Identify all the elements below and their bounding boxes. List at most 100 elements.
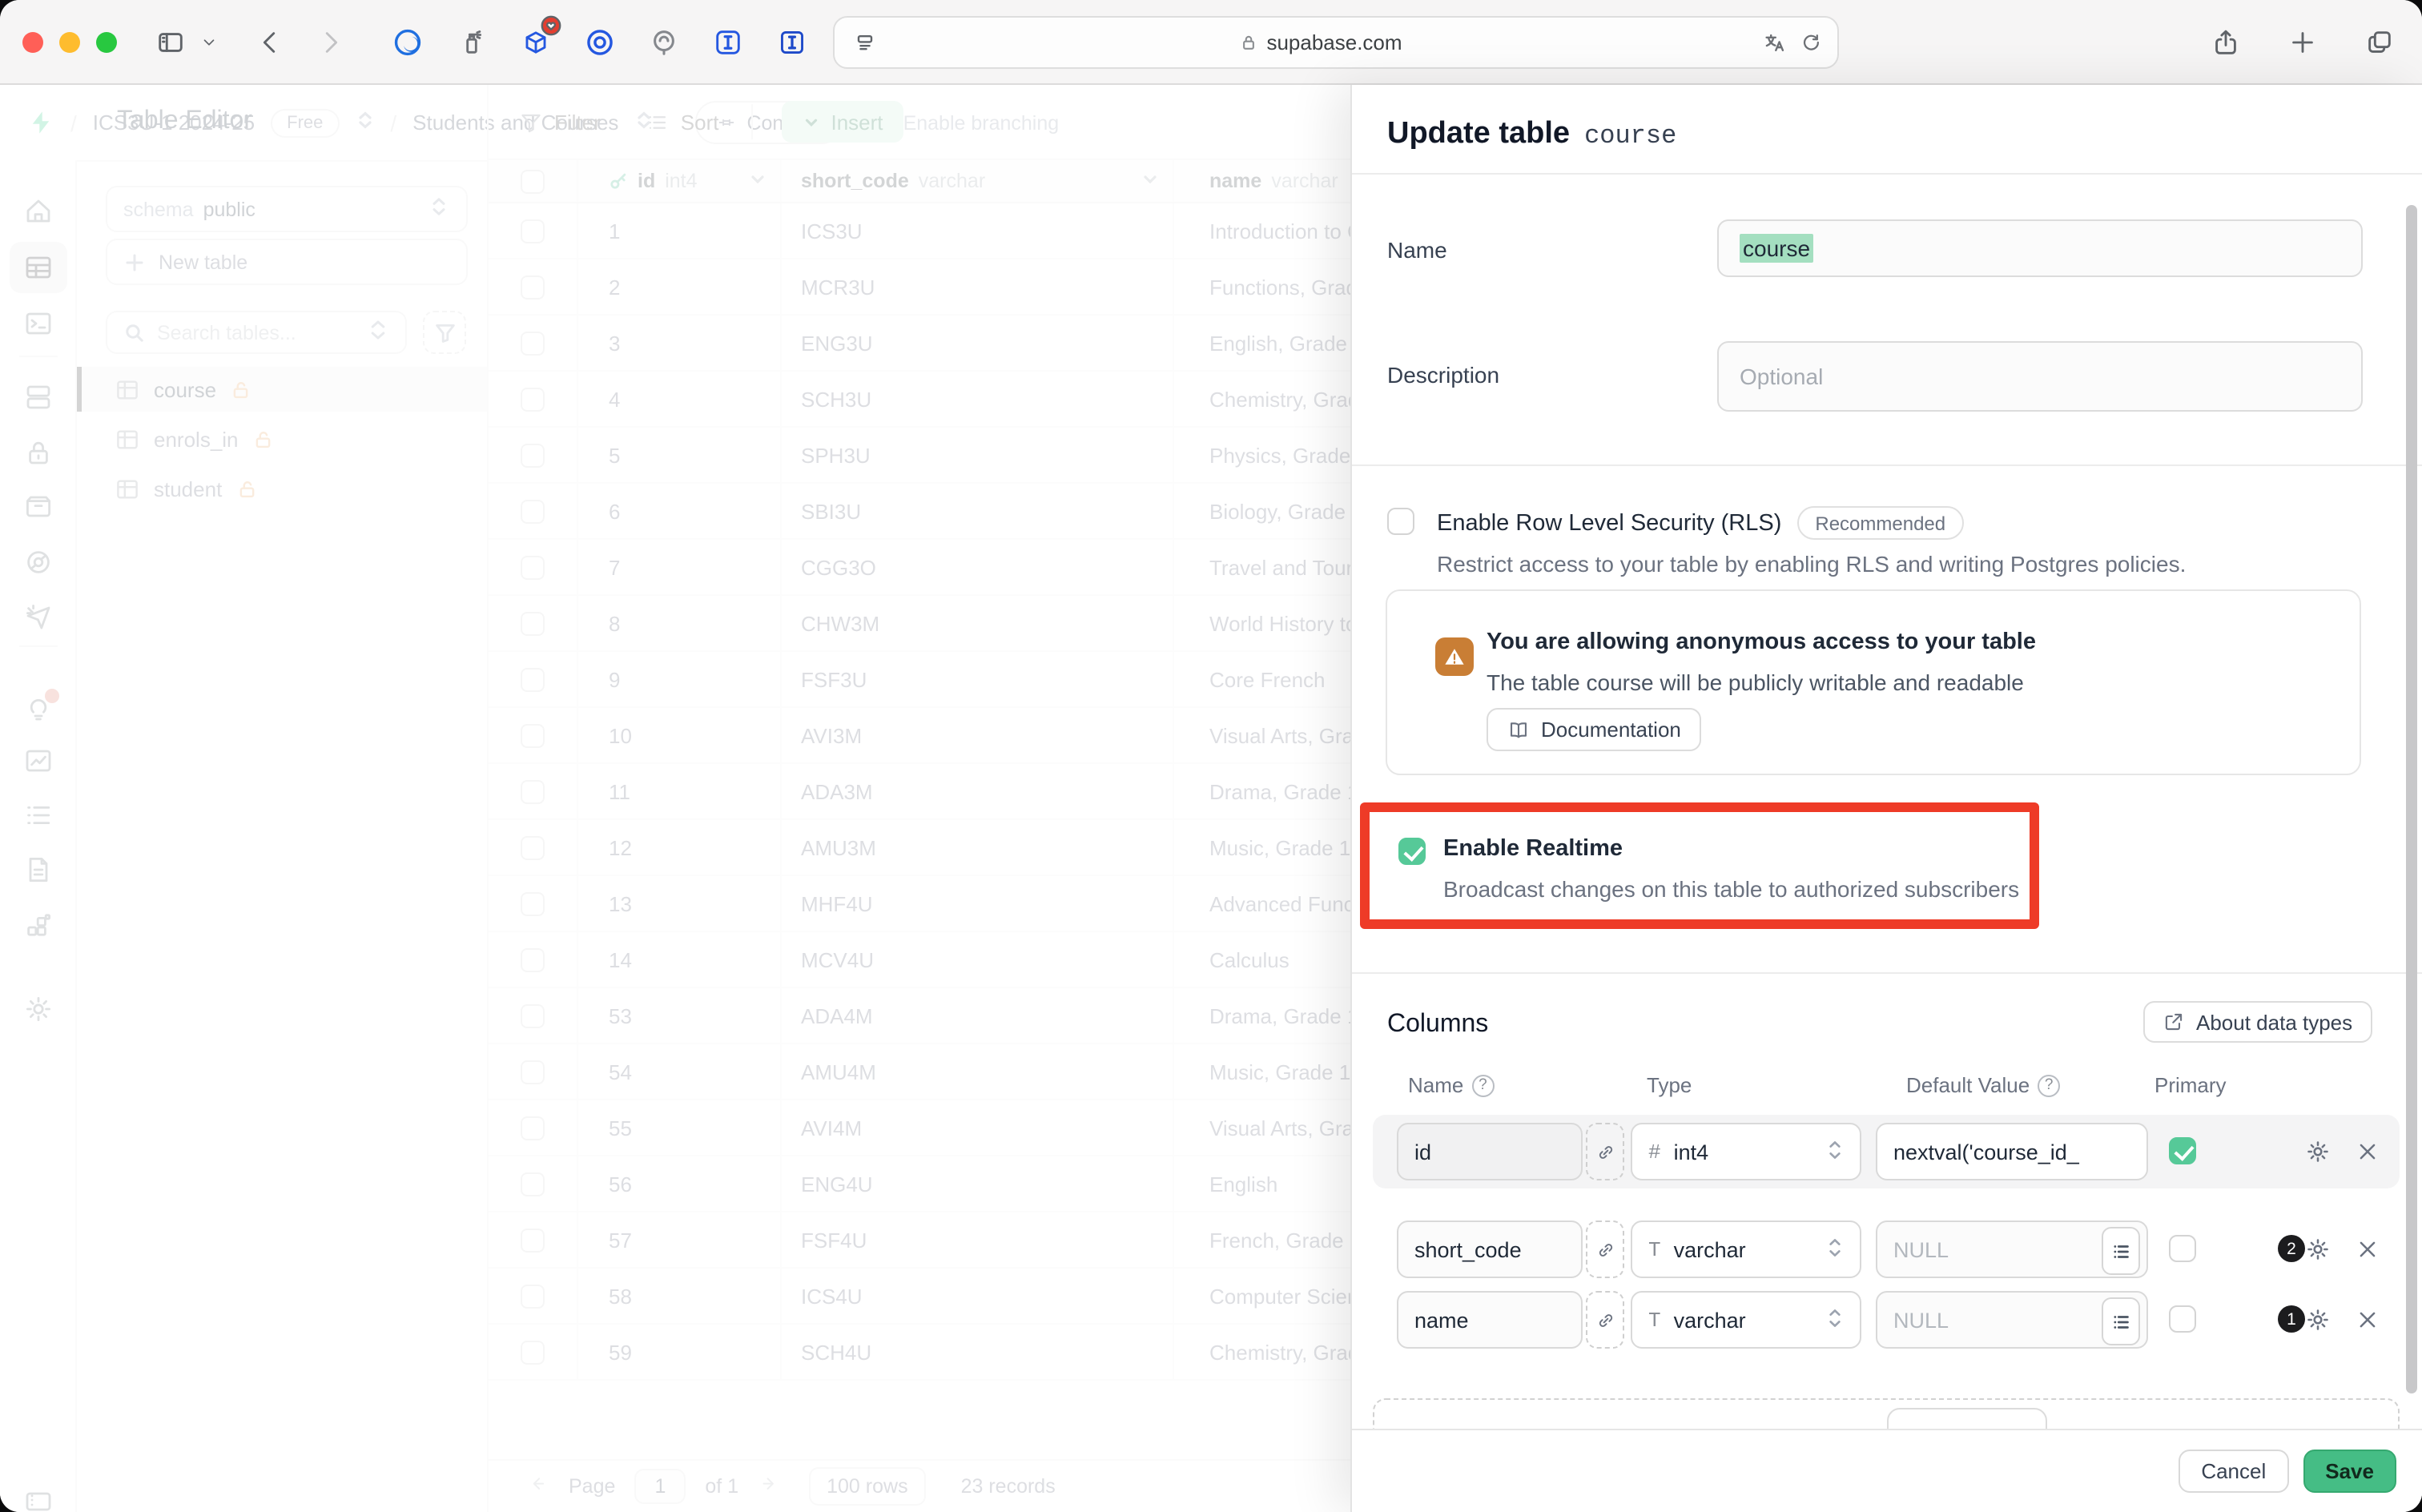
column-header-short-code[interactable]: short_codevarchar	[782, 160, 1174, 202]
row-checkbox[interactable]	[521, 443, 545, 467]
row-checkbox[interactable]	[521, 779, 545, 803]
cell-id[interactable]: 57	[578, 1212, 782, 1267]
row-checkbox[interactable]	[521, 723, 545, 747]
add-column-button[interactable]	[1887, 1408, 2047, 1429]
tab-overview-icon[interactable]	[2361, 25, 2396, 60]
cell-short-code[interactable]: AMU3M	[782, 820, 1174, 875]
select-all-checkbox[interactable]	[521, 169, 545, 193]
new-tab-icon[interactable]	[2284, 25, 2319, 60]
row-checkbox[interactable]	[521, 1284, 545, 1308]
primary-checkbox[interactable]	[2169, 1235, 2196, 1262]
realtime-icon[interactable]	[10, 591, 67, 642]
foreign-key-button[interactable]	[1586, 1220, 1624, 1278]
close-window-button[interactable]	[22, 31, 43, 52]
cell-short-code[interactable]: MCV4U	[782, 932, 1174, 987]
logs-icon[interactable]	[10, 790, 67, 841]
cell-short-code[interactable]: ICS3U	[782, 203, 1174, 258]
page-number-input[interactable]: 1	[634, 1469, 686, 1504]
cell-short-code[interactable]: SCH4U	[782, 1325, 1174, 1379]
cell-id[interactable]: 59	[578, 1325, 782, 1379]
dark-mode-icon[interactable]	[389, 24, 424, 59]
expression-picker-button[interactable]	[2102, 1297, 2140, 1345]
chevron-down-icon[interactable]	[1141, 169, 1160, 193]
back-button[interactable]	[251, 24, 287, 59]
row-checkbox[interactable]	[521, 387, 545, 411]
row-checkbox[interactable]	[521, 1116, 545, 1140]
cell-short-code[interactable]: ICS4U	[782, 1269, 1174, 1323]
package-heart-icon[interactable]	[517, 24, 553, 59]
cell-short-code[interactable]: MCR3U	[782, 259, 1174, 314]
voice-coil-icon[interactable]	[646, 24, 681, 59]
cell-id[interactable]: 2	[578, 259, 782, 314]
cell-id[interactable]: 56	[578, 1156, 782, 1211]
sidebar-table-item[interactable]: course	[77, 367, 487, 412]
row-checkbox[interactable]	[521, 555, 545, 579]
cell-id[interactable]: 53	[578, 988, 782, 1043]
cell-id[interactable]: 14	[578, 932, 782, 987]
cell-id[interactable]: 7	[578, 540, 782, 594]
column-type-select[interactable]: T varchar	[1631, 1220, 1861, 1278]
sidebar-chevron-icon[interactable]	[191, 24, 226, 59]
cell-id[interactable]: 4	[578, 372, 782, 426]
column-settings-button[interactable]	[2303, 1137, 2332, 1166]
storage-icon[interactable]	[10, 481, 67, 532]
insert-button[interactable]: Insert	[781, 101, 903, 143]
cell-id[interactable]: 8	[578, 596, 782, 650]
cell-short-code[interactable]: FSF3U	[782, 652, 1174, 706]
zoom-window-button[interactable]	[96, 31, 117, 52]
column-name-input[interactable]: name	[1397, 1291, 1583, 1349]
row-checkbox[interactable]	[521, 667, 545, 691]
description-input[interactable]: Optional	[1717, 341, 2363, 412]
new-table-button[interactable]: New table	[106, 239, 468, 285]
address-bar[interactable]: supabase.com	[833, 16, 1839, 69]
translate-icon[interactable]	[1757, 25, 1792, 60]
cell-short-code[interactable]: MHF4U	[782, 876, 1174, 931]
cell-id[interactable]: 1	[578, 203, 782, 258]
cleaner-spray-icon[interactable]	[453, 24, 489, 59]
column-default-input[interactable]: NULL	[1876, 1291, 2148, 1349]
column-type-select[interactable]: # int4	[1631, 1123, 1861, 1180]
cell-short-code[interactable]: AVI4M	[782, 1100, 1174, 1155]
cell-short-code[interactable]: SPH3U	[782, 428, 1174, 482]
column-name-input[interactable]: short_code	[1397, 1220, 1583, 1278]
share-icon[interactable]	[2207, 25, 2243, 60]
row-checkbox[interactable]	[521, 1228, 545, 1252]
row-checkbox[interactable]	[521, 835, 545, 859]
cell-id[interactable]: 10	[578, 708, 782, 762]
row-checkbox[interactable]	[521, 275, 545, 299]
sidebar-toggle-icon[interactable]	[152, 24, 187, 59]
table-name-input[interactable]: course	[1717, 219, 2363, 277]
edge-functions-icon[interactable]	[10, 537, 67, 588]
one-password-icon[interactable]	[581, 24, 617, 59]
instapaper-alt-icon[interactable]	[774, 24, 809, 59]
search-tables-input[interactable]: Search tables...	[106, 311, 407, 354]
foreign-key-button[interactable]	[1586, 1291, 1624, 1349]
cell-short-code[interactable]: FSF4U	[782, 1212, 1174, 1267]
reload-icon[interactable]	[1792, 25, 1828, 60]
row-checkbox[interactable]	[521, 219, 545, 243]
row-checkbox[interactable]	[521, 1172, 545, 1196]
column-header-id[interactable]: idint4	[578, 160, 782, 202]
row-checkbox[interactable]	[521, 1340, 545, 1364]
realtime-checkbox[interactable]	[1398, 838, 1426, 865]
forward-button[interactable]	[312, 24, 348, 59]
cell-short-code[interactable]: ENG3U	[782, 316, 1174, 370]
column-default-input[interactable]: nextval('course_id_	[1876, 1123, 2148, 1180]
prev-page-button[interactable]	[527, 1473, 549, 1500]
expression-picker-button[interactable]	[2102, 1227, 2140, 1275]
minimize-window-button[interactable]	[59, 31, 80, 52]
home-icon[interactable]	[10, 186, 67, 237]
remove-column-button[interactable]	[2353, 1137, 2382, 1166]
row-checkbox[interactable]	[521, 499, 545, 523]
documentation-button[interactable]: Documentation	[1487, 708, 1702, 751]
cell-short-code[interactable]: ENG4U	[782, 1156, 1174, 1211]
settings-icon[interactable]	[10, 983, 67, 1035]
next-page-button[interactable]	[758, 1473, 780, 1500]
database-icon[interactable]	[10, 372, 67, 423]
foreign-key-button[interactable]	[1586, 1123, 1624, 1180]
sidebar-table-item[interactable]: student	[77, 466, 487, 511]
advisors-icon[interactable]	[10, 682, 67, 734]
filter-tables-button[interactable]	[423, 311, 466, 354]
auth-icon[interactable]	[10, 428, 67, 479]
column-settings-button[interactable]	[2303, 1235, 2332, 1264]
